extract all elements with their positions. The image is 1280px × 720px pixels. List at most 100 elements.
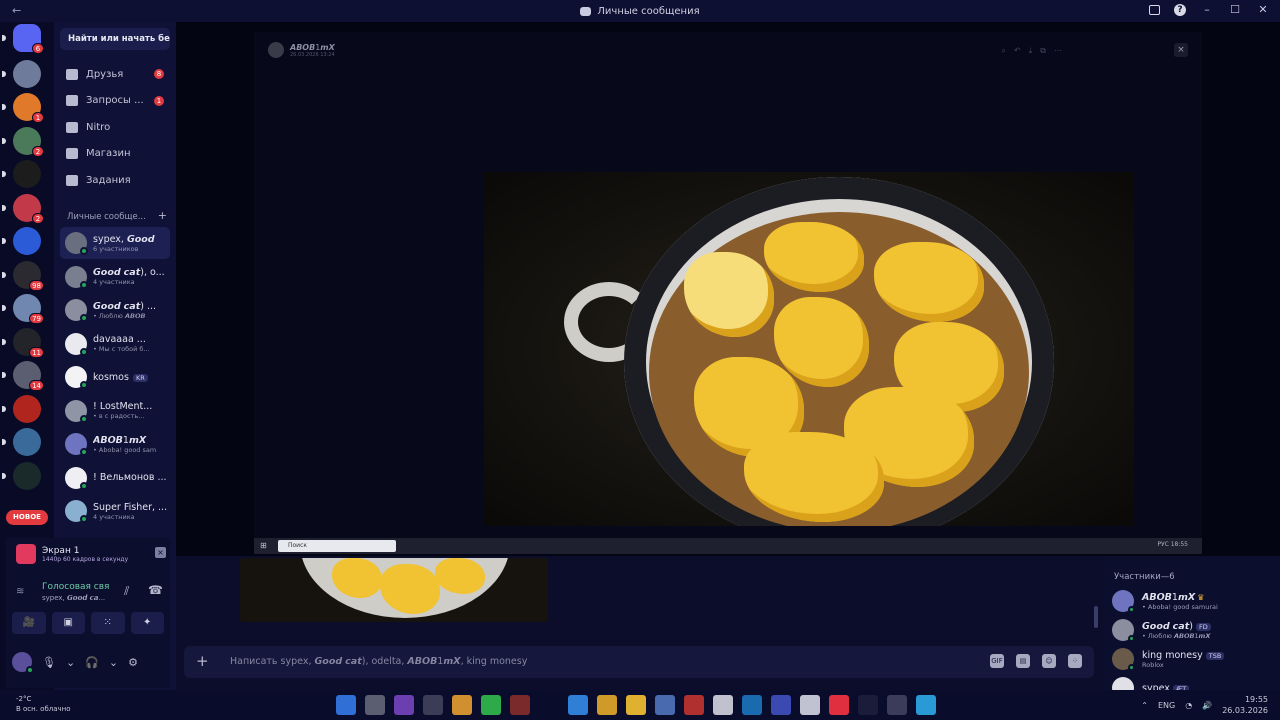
camera-button[interactable]: 🎥 bbox=[12, 612, 46, 634]
taskbar-app-icon[interactable] bbox=[336, 695, 356, 715]
taskbar-app-icon[interactable] bbox=[771, 695, 791, 715]
dm-item[interactable]: kosmos KR bbox=[60, 361, 170, 393]
taskbar-app-icon[interactable] bbox=[858, 695, 878, 715]
taskbar-app-icon[interactable] bbox=[800, 695, 820, 715]
unread-indicator bbox=[2, 137, 6, 144]
server-icon[interactable]: 14 bbox=[2, 361, 44, 391]
taskbar-app-icon[interactable] bbox=[626, 695, 646, 715]
maximize-icon[interactable]: ☐ bbox=[1228, 3, 1242, 16]
wifi-icon[interactable]: ◔ bbox=[1185, 701, 1192, 710]
taskbar-app-icon[interactable] bbox=[597, 695, 617, 715]
reply-icon[interactable]: ↶ bbox=[1014, 46, 1021, 56]
gear-icon[interactable]: ⚙ bbox=[128, 656, 138, 669]
server-icon[interactable]: 6 bbox=[2, 24, 44, 54]
find-conversation-button[interactable]: Найти или начать бе... bbox=[60, 28, 170, 50]
taskbar-app-icon[interactable] bbox=[684, 695, 704, 715]
noise-suppression-icon[interactable]: ⫽ bbox=[124, 584, 129, 599]
server-icon[interactable]: 79 bbox=[2, 294, 44, 324]
server-icon[interactable] bbox=[2, 394, 41, 423]
dm-item[interactable]: davaaaa ... • Мы с тобой б... bbox=[60, 328, 170, 360]
headphones-icon[interactable]: 🎧 bbox=[85, 656, 99, 669]
taskbar-app-icon[interactable] bbox=[829, 695, 849, 715]
soundboard-button[interactable]: ✦ bbox=[130, 612, 164, 634]
nav-item[interactable]: Задания bbox=[60, 169, 170, 191]
help-icon[interactable]: ? bbox=[1174, 3, 1186, 16]
back-arrow-icon[interactable]: ← bbox=[12, 4, 21, 17]
inbox-icon[interactable] bbox=[1149, 4, 1160, 15]
nav-item[interactable]: Запросы ... 1 bbox=[60, 90, 170, 112]
taskbar-clock[interactable]: 19:55 26.03.2026 bbox=[1222, 694, 1268, 716]
popout-icon[interactable]: ⧉ bbox=[1040, 46, 1046, 56]
attach-plus-icon[interactable]: + bbox=[196, 652, 209, 670]
chevron-down-icon[interactable]: ⌄ bbox=[66, 656, 75, 669]
taskbar-app-icon[interactable] bbox=[655, 695, 675, 715]
message-input[interactable]: + Написать sypex, 𝙂𝙤𝙤𝙙 𝙘𝙖𝙩), odelta, 𝘼𝘽𝙊… bbox=[184, 646, 1094, 678]
stop-stream-icon[interactable]: × bbox=[155, 547, 166, 558]
taskbar-app-icon[interactable] bbox=[887, 695, 907, 715]
share-screen-button[interactable]: ▣ bbox=[51, 612, 85, 634]
download-icon[interactable]: ⤓ bbox=[1029, 46, 1033, 56]
volume-icon[interactable]: 🔊 bbox=[1202, 701, 1212, 710]
more-icon[interactable]: ⋯ bbox=[1054, 46, 1062, 56]
signal-icon[interactable]: ≋ bbox=[16, 587, 26, 597]
activities-button[interactable]: ⁙ bbox=[91, 612, 125, 634]
dm-item[interactable]: ! LostMent... • в с радость... bbox=[60, 395, 170, 427]
create-dm-plus-icon[interactable]: + bbox=[158, 210, 167, 222]
disconnect-icon[interactable]: ☎ bbox=[148, 583, 163, 597]
apps-icon[interactable]: ⁘ bbox=[1068, 654, 1082, 668]
taskbar-app-icon[interactable] bbox=[452, 695, 472, 715]
taskbar-app-icon[interactable] bbox=[742, 695, 762, 715]
nav-item-label: Запросы ... bbox=[86, 95, 144, 106]
server-icon[interactable]: 98 bbox=[2, 260, 44, 291]
close-viewer-button[interactable]: × bbox=[1174, 43, 1188, 57]
server-icon[interactable] bbox=[2, 227, 41, 255]
server-icon[interactable] bbox=[2, 461, 41, 490]
taskbar-app-icon[interactable] bbox=[916, 695, 936, 715]
server-icon[interactable] bbox=[2, 160, 41, 188]
taskbar-app-icon[interactable] bbox=[394, 695, 414, 715]
close-icon[interactable]: ✕ bbox=[1256, 3, 1270, 16]
stream-preview[interactable] bbox=[240, 558, 548, 622]
taskbar-app-icon[interactable] bbox=[539, 695, 559, 715]
server-icon[interactable] bbox=[2, 59, 41, 88]
member-item[interactable]: king monesy TSB Roblox bbox=[1112, 646, 1272, 672]
dm-item[interactable]: 𝙂𝙤𝙤𝙙 𝙘𝙖𝙩), o... 4 участника bbox=[60, 261, 170, 293]
taskbar-app-icon[interactable] bbox=[568, 695, 588, 715]
taskbar-app-icon[interactable] bbox=[423, 695, 443, 715]
message-placeholder[interactable]: Написать sypex, 𝙂𝙤𝙤𝙙 𝙘𝙖𝙩), odelta, 𝘼𝘽𝙊𝘽1… bbox=[230, 656, 527, 667]
zoom-icon[interactable]: ⌕ bbox=[1002, 46, 1006, 56]
dm-item[interactable]: ! Вельмонов ... bbox=[60, 462, 170, 494]
server-icon[interactable]: 2 bbox=[2, 126, 44, 157]
taskbar-app-icon[interactable] bbox=[510, 695, 530, 715]
emoji-icon[interactable]: ☺ bbox=[1042, 654, 1056, 668]
server-icon[interactable]: 1 bbox=[2, 93, 44, 123]
language-indicator[interactable]: ENG bbox=[1158, 701, 1175, 710]
dm-item[interactable]: 𝘼𝘽𝙊𝘽1𝙢𝙓 • Aboba! good sam bbox=[60, 428, 170, 460]
nav-item[interactable]: Магазин bbox=[60, 143, 170, 165]
taskbar-app-icon[interactable] bbox=[713, 695, 733, 715]
gif-icon[interactable]: GIF bbox=[990, 654, 1004, 668]
voice-status[interactable]: Голосовая свя bbox=[42, 582, 109, 592]
chat-scrollbar[interactable] bbox=[1094, 606, 1098, 628]
weather-widget[interactable]: -2°C В осн. облачно bbox=[16, 694, 71, 714]
new-unread-pill[interactable]: НОВОЕ bbox=[6, 510, 48, 525]
microphone-icon[interactable]: 🎙 bbox=[42, 656, 56, 669]
minimize-icon[interactable]: – bbox=[1200, 3, 1214, 16]
server-icon[interactable]: 2 bbox=[2, 193, 44, 224]
dm-item[interactable]: sypex, 𝙂𝙤𝙤𝙙 6 участников bbox=[60, 227, 170, 259]
member-item[interactable]: 𝙂𝙤𝙤𝙙 𝙘𝙖𝙩) FD • Люблю 𝘼𝘽𝙊𝘽1𝙢𝙓 bbox=[1112, 617, 1272, 643]
dm-item[interactable]: 𝙂𝙤𝙤𝙙 𝙘𝙖𝙩) ... • Люблю 𝘼𝘽𝙊𝘽 bbox=[60, 294, 170, 326]
nav-item[interactable]: Nitro bbox=[60, 116, 170, 138]
screen-share-row[interactable]: Экран 1 1440p 60 кадров в секунду × bbox=[16, 542, 166, 566]
chevron-down-icon[interactable]: ⌄ bbox=[109, 656, 118, 669]
server-icon[interactable] bbox=[2, 428, 41, 456]
taskbar-app-icon[interactable] bbox=[365, 695, 385, 715]
avatar[interactable] bbox=[12, 652, 34, 674]
dm-item[interactable]: Super Fisher, ... 4 участника bbox=[60, 495, 170, 527]
taskbar-app-icon[interactable] bbox=[481, 695, 501, 715]
nav-item[interactable]: Друзья 8 bbox=[60, 63, 170, 85]
server-icon[interactable]: 11 bbox=[2, 327, 44, 358]
member-item[interactable]: 𝘼𝘽𝙊𝘽1𝙢𝙓 ♛ • Aboba! good samurai bbox=[1112, 588, 1272, 614]
chevron-up-icon[interactable]: ⌃ bbox=[1141, 701, 1148, 710]
sticker-icon[interactable]: ▤ bbox=[1016, 654, 1030, 668]
